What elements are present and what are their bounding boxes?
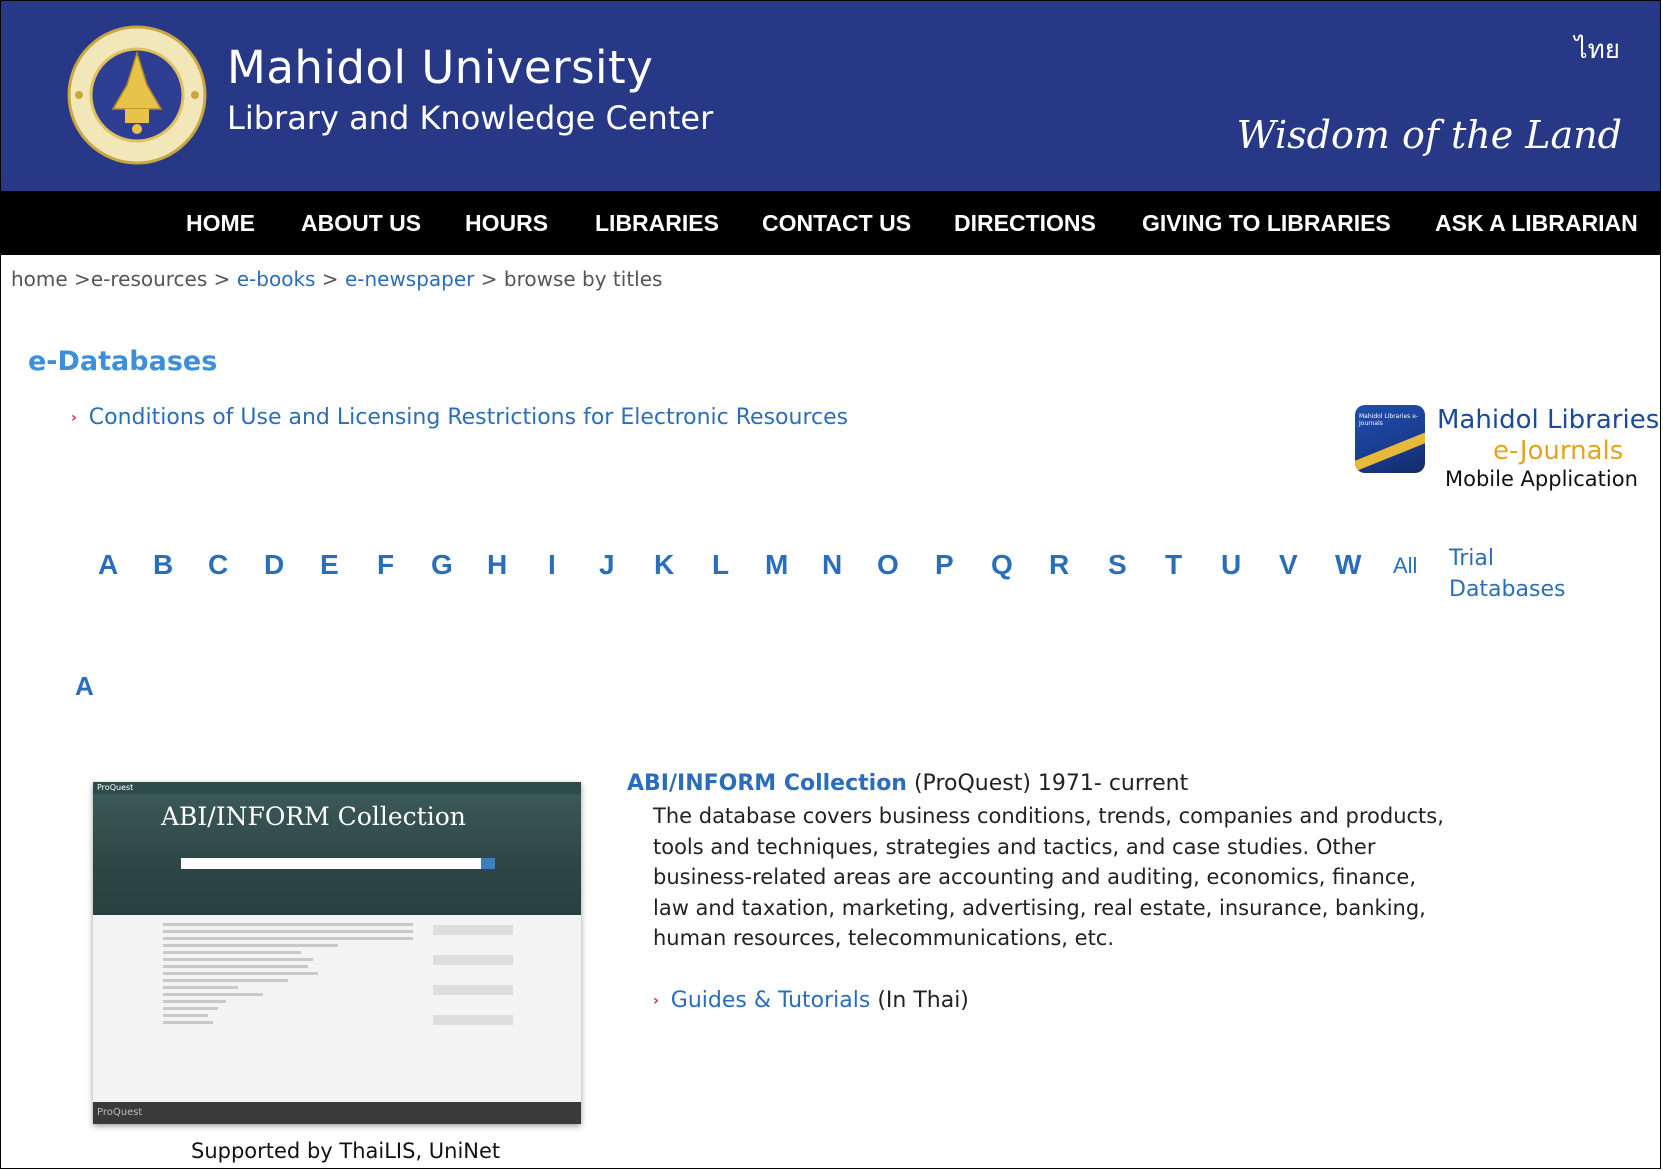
letter-a-link[interactable]: A bbox=[98, 549, 118, 581]
breadcrumb-separator: > bbox=[474, 267, 504, 291]
thumbnail-sidebar bbox=[433, 925, 513, 1045]
letter-n-link[interactable]: N bbox=[822, 549, 842, 581]
supported-by-text: Supported by ThaiLIS, UniNet bbox=[191, 1139, 501, 1163]
thumbnail-footer: ProQuest bbox=[93, 1102, 581, 1124]
bullet-chevron-icon: › bbox=[71, 410, 77, 426]
letter-s-link[interactable]: S bbox=[1108, 549, 1127, 581]
nav-directions[interactable]: DIRECTIONS bbox=[954, 191, 1096, 255]
nav-home[interactable]: HOME bbox=[186, 191, 255, 255]
university-seal-logo[interactable] bbox=[67, 25, 207, 165]
site-subtitle: Library and Knowledge Center bbox=[227, 99, 714, 137]
letter-f-link[interactable]: F bbox=[377, 549, 394, 581]
tagline: Wisdom of the Land bbox=[1236, 113, 1622, 157]
breadcrumb-current: browse by titles bbox=[503, 267, 663, 291]
thumbnail-topbar: ProQuest bbox=[93, 782, 581, 794]
letter-h-link[interactable]: H bbox=[487, 549, 507, 581]
letter-v-link[interactable]: V bbox=[1279, 549, 1298, 581]
breadcrumb-home[interactable]: home > bbox=[11, 267, 91, 291]
page-frame: Mahidol University Library and Knowledge… bbox=[0, 0, 1661, 1169]
letter-w-link[interactable]: W bbox=[1335, 549, 1361, 581]
letter-all-link[interactable]: All bbox=[1393, 553, 1417, 579]
breadcrumb-e-resources[interactable]: e-resources > bbox=[91, 267, 237, 291]
mobile-app-banner[interactable]: Mahidol Libraries e-Journals Mahidol Lib… bbox=[1355, 401, 1659, 501]
letter-e-link[interactable]: E bbox=[320, 549, 339, 581]
breadcrumb: home >e-resources > e-books > e-newspape… bbox=[11, 267, 662, 291]
thumbnail-hero: ProQuest ABI/INFORM Collection bbox=[93, 782, 581, 915]
letter-u-link[interactable]: U bbox=[1221, 549, 1241, 581]
conditions-of-use-link[interactable]: Conditions of Use and Licensing Restrict… bbox=[89, 405, 848, 430]
trial-line-1: Trial bbox=[1449, 546, 1494, 571]
abi-inform-collection-link[interactable]: ABI/INFORM Collection bbox=[627, 771, 907, 796]
app-subname: e-Journals bbox=[1493, 436, 1624, 466]
thumbnail-search-box bbox=[181, 858, 481, 869]
letter-m-link[interactable]: M bbox=[765, 549, 788, 581]
thumbnail-body bbox=[93, 915, 581, 1103]
nav-giving-to-libraries[interactable]: GIVING TO LIBRARIES bbox=[1142, 191, 1391, 255]
proquest-logo: ProQuest bbox=[97, 783, 134, 792]
letter-k-link[interactable]: K bbox=[654, 549, 674, 581]
thumbnail-title: ABI/INFORM Collection bbox=[161, 802, 466, 831]
nav-hours[interactable]: HOURS bbox=[465, 191, 548, 255]
app-name: Mahidol Libraries bbox=[1437, 405, 1660, 435]
nav-ask-a-librarian[interactable]: ASK A LIBRARIAN bbox=[1435, 191, 1638, 255]
database-meta: (ProQuest) 1971- current bbox=[906, 771, 1189, 796]
conditions-item: › Conditions of Use and Licensing Restric… bbox=[71, 405, 848, 430]
app-type: Mobile Application bbox=[1445, 467, 1638, 491]
alphabet-filter: A B C D E F G H I J K L M N O P Q R S T … bbox=[1, 549, 1660, 593]
letter-b-link[interactable]: B bbox=[153, 549, 173, 581]
letter-g-link[interactable]: G bbox=[431, 549, 453, 581]
app-icon: Mahidol Libraries e-Journals bbox=[1355, 405, 1425, 473]
letter-j-link[interactable]: J bbox=[599, 549, 615, 581]
thai-language-link[interactable]: ไทย bbox=[1575, 29, 1620, 70]
letter-p-link[interactable]: P bbox=[935, 549, 954, 581]
database-description: The database covers business conditions,… bbox=[653, 804, 1444, 950]
nav-libraries[interactable]: LIBRARIES bbox=[595, 191, 719, 255]
thumbnail-search-icon bbox=[481, 858, 495, 869]
trial-databases-link[interactable]: Trial Databases bbox=[1449, 543, 1565, 605]
app-icon-label: Mahidol Libraries e-Journals bbox=[1359, 413, 1419, 427]
letter-q-link[interactable]: Q bbox=[991, 549, 1013, 581]
database-heading: ABI/INFORM Collection (ProQuest) 1971- c… bbox=[627, 771, 1188, 796]
letter-r-link[interactable]: R bbox=[1049, 549, 1069, 581]
guides-tutorials-link[interactable]: Guides & Tutorials bbox=[671, 988, 871, 1013]
nav-about-us[interactable]: ABOUT US bbox=[301, 191, 421, 255]
thumbnail-text-lines bbox=[163, 923, 413, 1028]
proquest-footer-logo: ProQuest bbox=[97, 1107, 143, 1118]
letter-o-link[interactable]: O bbox=[877, 549, 899, 581]
section-heading-letter: A bbox=[75, 671, 94, 701]
main-nav: HOME ABOUT US HOURS LIBRARIES CONTACT US… bbox=[1, 191, 1660, 255]
letter-i-link[interactable]: I bbox=[548, 549, 556, 581]
breadcrumb-separator: > bbox=[315, 267, 345, 291]
nav-contact-us[interactable]: CONTACT US bbox=[762, 191, 911, 255]
letter-t-link[interactable]: T bbox=[1165, 549, 1182, 581]
breadcrumb-e-newspaper-link[interactable]: e-newspaper bbox=[345, 267, 474, 291]
guides-item: › Guides & Tutorials (In Thai) bbox=[653, 988, 969, 1013]
letter-l-link[interactable]: L bbox=[712, 549, 729, 581]
database-thumbnail[interactable]: ProQuest ABI/INFORM Collection ProQuest bbox=[93, 782, 581, 1124]
bullet-chevron-icon: › bbox=[653, 993, 659, 1009]
site-header: Mahidol University Library and Knowledge… bbox=[1, 1, 1660, 193]
site-title: Mahidol University bbox=[227, 41, 654, 94]
page-title: e-Databases bbox=[28, 346, 218, 377]
trial-line-2: Databases bbox=[1449, 577, 1566, 602]
letter-d-link[interactable]: D bbox=[264, 549, 284, 581]
breadcrumb-e-books-link[interactable]: e-books bbox=[237, 267, 316, 291]
guides-language-note: (In Thai) bbox=[870, 988, 969, 1013]
letter-c-link[interactable]: C bbox=[208, 549, 228, 581]
